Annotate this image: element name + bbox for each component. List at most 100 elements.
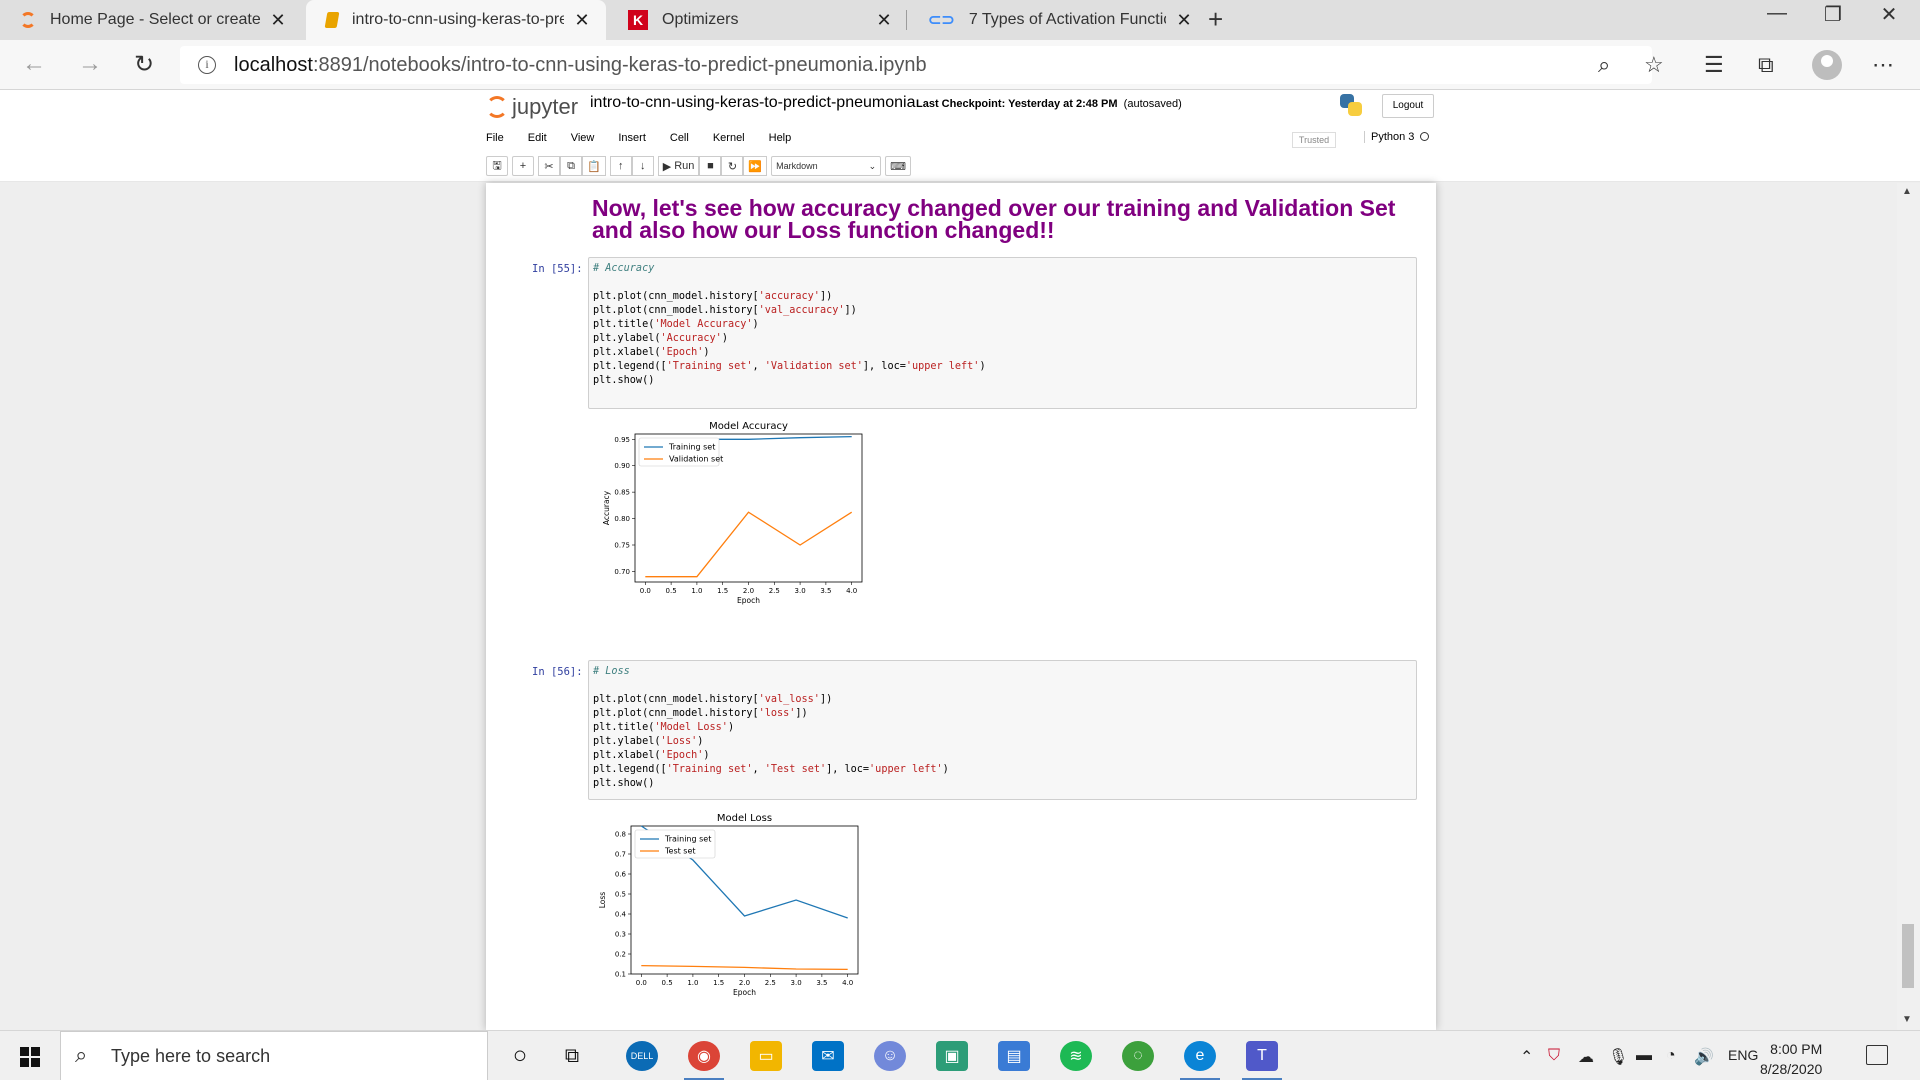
- code-line: plt.plot(cnn_model.history['val_accuracy…: [593, 305, 857, 316]
- copy-icon[interactable]: ⧉: [560, 156, 582, 176]
- battery-icon[interactable]: ▬: [1636, 1047, 1652, 1065]
- teams-icon[interactable]: T: [1246, 1041, 1278, 1071]
- save-icon[interactable]: 🖫: [486, 156, 508, 176]
- y-tick-label: 0.85: [614, 489, 630, 497]
- menu-file[interactable]: File: [486, 132, 504, 150]
- cloud-icon[interactable]: ☁: [1578, 1047, 1594, 1067]
- game-icon[interactable]: ▣: [936, 1041, 968, 1071]
- notification-icon[interactable]: [1866, 1045, 1888, 1065]
- collections-icon[interactable]: ⧉: [1758, 52, 1774, 78]
- menu-view[interactable]: View: [571, 132, 595, 150]
- menu-edit[interactable]: Edit: [528, 132, 547, 150]
- url-text[interactable]: localhost:8891/notebooks/intro-to-cnn-us…: [234, 54, 927, 77]
- chart-title: Model Accuracy: [709, 421, 788, 432]
- keyboard-icon[interactable]: ⌨: [885, 156, 912, 176]
- y-tick-label: 0.6: [615, 871, 627, 879]
- edge-icon[interactable]: e: [1184, 1041, 1216, 1071]
- minimize-icon[interactable]: —: [1754, 2, 1800, 25]
- language-indicator[interactable]: ENG: [1728, 1047, 1758, 1063]
- reload-icon[interactable]: ↻: [134, 50, 154, 79]
- profile-avatar[interactable]: [1812, 50, 1842, 80]
- more-icon[interactable]: ⋯: [1872, 52, 1894, 78]
- y-tick-label: 0.90: [614, 462, 630, 470]
- insert-cell-icon[interactable]: +: [512, 156, 534, 176]
- move-down-icon[interactable]: ↓: [631, 156, 654, 176]
- favorite-star-icon[interactable]: ☆: [1644, 52, 1664, 78]
- file-explorer-icon[interactable]: ▭: [750, 1041, 782, 1071]
- dell-icon[interactable]: DELL: [626, 1041, 658, 1071]
- zoom-icon[interactable]: ⌕: [1598, 52, 1610, 78]
- paste-icon[interactable]: 📋: [582, 156, 606, 176]
- favorites-list-icon[interactable]: ☰: [1704, 52, 1724, 78]
- markdown-heading[interactable]: Now, let's see how accuracy changed over…: [592, 197, 1412, 242]
- browser-tab-activation[interactable]: ⊂⊃ 7 Types of Activation Functions in ✕: [908, 0, 1208, 40]
- page-scrollbar[interactable]: [1897, 183, 1920, 1030]
- forward-icon[interactable]: →: [78, 50, 102, 78]
- chevron-down-icon: ⌄: [868, 160, 877, 171]
- info-icon[interactable]: i: [198, 56, 216, 74]
- code-line: plt.title('Model Accuracy'): [593, 319, 759, 330]
- y-tick-label: 0.7: [615, 851, 626, 859]
- new-tab-icon[interactable]: +: [1208, 4, 1223, 35]
- restart-icon[interactable]: ↻: [721, 156, 744, 176]
- menu-help[interactable]: Help: [769, 132, 792, 150]
- close-icon[interactable]: ✕: [1174, 10, 1194, 31]
- close-icon[interactable]: ✕: [268, 10, 288, 31]
- wifi-icon[interactable]: ◔: [1666, 1047, 1676, 1065]
- spotify-icon[interactable]: ≋: [1060, 1041, 1092, 1071]
- cortana-icon[interactable]: ○: [504, 1041, 536, 1071]
- taskbar-clock[interactable]: 8:00 PM 8/28/2020: [1760, 1039, 1822, 1079]
- menubar: File Edit View Insert Cell Kernel Help: [486, 132, 815, 150]
- menu-insert[interactable]: Insert: [618, 132, 646, 150]
- trusted-badge[interactable]: Trusted: [1292, 132, 1336, 148]
- move-up-icon[interactable]: ↑: [609, 156, 632, 176]
- y-axis-label: Accuracy: [602, 490, 611, 525]
- close-window-icon[interactable]: ✕: [1866, 2, 1912, 27]
- back-icon[interactable]: ←: [22, 50, 46, 78]
- logout-button[interactable]: Logout: [1382, 94, 1434, 118]
- browser-tab-home[interactable]: Home Page - Select or create a n ✕: [0, 0, 302, 40]
- scrollbar-thumb[interactable]: [1902, 924, 1914, 988]
- url-field[interactable]: i localhost:8891/notebooks/intro-to-cnn-…: [180, 46, 1652, 84]
- browser-tab-notebook[interactable]: intro-to-cnn-using-keras-to-pred ✕: [306, 0, 606, 40]
- y-tick-label: 0.4: [615, 911, 627, 919]
- tab-title: Home Page - Select or create a n: [50, 11, 260, 28]
- legend-label: Validation set: [669, 455, 723, 464]
- scroll-up-icon[interactable]: ▲: [1902, 186, 1912, 197]
- mail-icon[interactable]: ✉: [812, 1041, 844, 1071]
- scroll-down-icon[interactable]: ▼: [1902, 1014, 1912, 1025]
- code-line: plt.xlabel('Epoch'): [593, 750, 710, 761]
- discord-icon[interactable]: ☺: [874, 1041, 906, 1071]
- windows-start-icon[interactable]: [20, 1047, 40, 1067]
- code-cell-accuracy[interactable]: # Accuracy plt.plot(cnn_model.history['ac…: [588, 257, 1417, 409]
- notebook-name[interactable]: intro-to-cnn-using-keras-to-predict-pneu…: [590, 94, 915, 112]
- chevron-up-icon[interactable]: ⌃: [1520, 1047, 1533, 1067]
- restore-icon[interactable]: ❐: [1810, 2, 1856, 27]
- stop-icon[interactable]: ■: [699, 156, 722, 176]
- menu-cell[interactable]: Cell: [670, 132, 689, 150]
- cut-icon[interactable]: ✂: [538, 156, 560, 176]
- refresh-app-icon[interactable]: ◌: [1122, 1041, 1154, 1071]
- x-tick-label: 0.5: [662, 979, 673, 987]
- x-tick-label: 3.5: [816, 979, 827, 987]
- x-tick-label: 2.0: [739, 979, 750, 987]
- control-panel-icon[interactable]: ▤: [998, 1041, 1030, 1071]
- fast-forward-icon[interactable]: ⏩: [743, 156, 768, 176]
- microphone-icon[interactable]: 🎙: [1608, 1047, 1628, 1067]
- taskbar-search[interactable]: ⌕ Type here to search: [60, 1031, 488, 1080]
- cell-type-select[interactable]: Markdown ⌄: [771, 156, 882, 176]
- task-view-icon[interactable]: ⧉: [556, 1041, 588, 1071]
- code-cell-loss[interactable]: # Loss plt.plot(cnn_model.history['val_lo…: [588, 660, 1417, 800]
- mcafee-icon[interactable]: ⛉: [1548, 1047, 1560, 1065]
- code-line: plt.title('Model Loss'): [593, 722, 735, 733]
- jupyter-logo[interactable]: jupyter: [486, 94, 578, 120]
- chrome-icon[interactable]: ◉: [688, 1041, 720, 1071]
- close-icon[interactable]: ✕: [874, 10, 894, 31]
- legend-label: Training set: [668, 443, 715, 452]
- volume-icon[interactable]: 🔊: [1694, 1047, 1714, 1067]
- menu-kernel[interactable]: Kernel: [713, 132, 745, 150]
- run-button[interactable]: ▶ Run: [657, 156, 700, 176]
- browser-tab-optimizers[interactable]: K Optimizers ✕: [608, 0, 908, 40]
- close-icon[interactable]: ✕: [572, 10, 592, 31]
